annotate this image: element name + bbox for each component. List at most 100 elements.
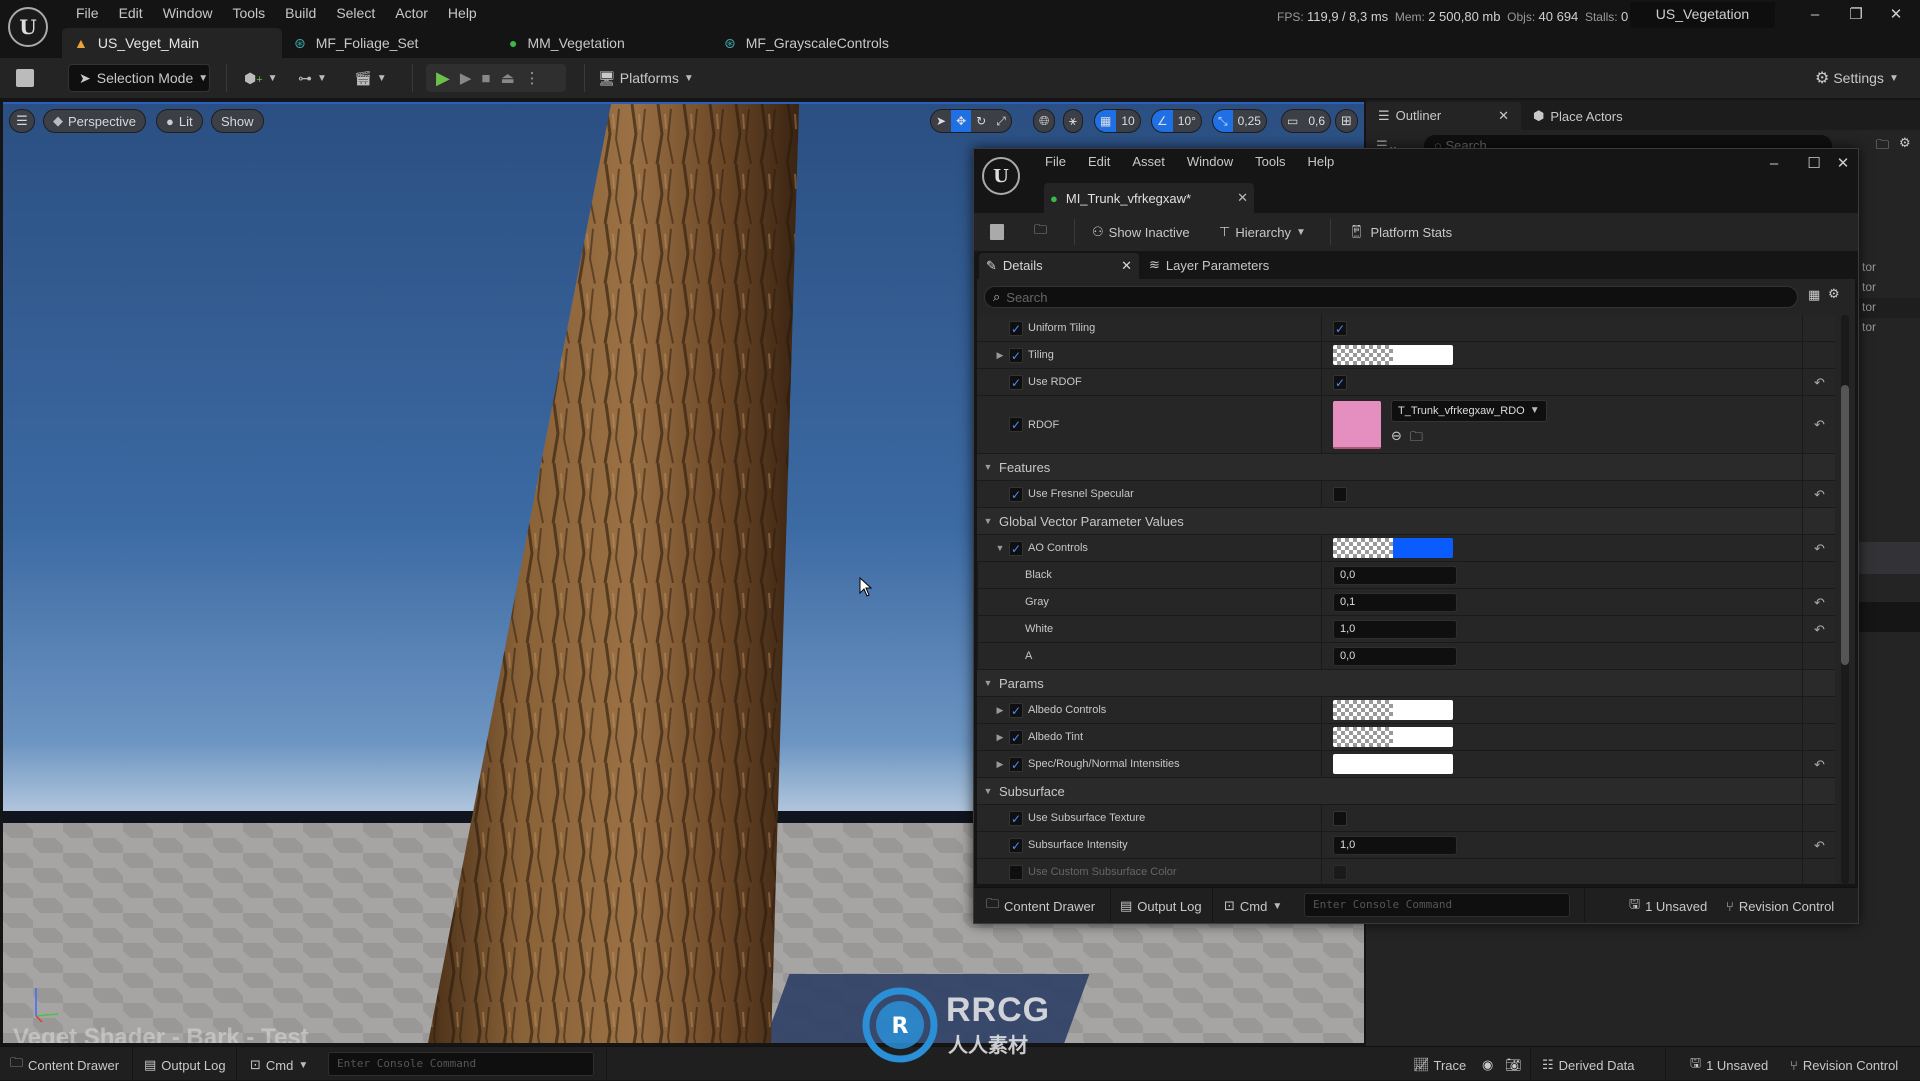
menu-tools[interactable]: Tools	[222, 2, 275, 24]
play-button[interactable]: ▶	[436, 68, 450, 89]
expander-icon[interactable]: ▶	[995, 732, 1005, 743]
menu-help[interactable]: Help	[438, 2, 487, 24]
restore-button[interactable]: ❐	[1836, 4, 1876, 26]
color-swatch[interactable]	[1333, 345, 1453, 365]
value-checkbox[interactable]: ✓	[1333, 374, 1347, 390]
property-row[interactable]: ▶ ✓ Albedo Controls	[977, 697, 1835, 724]
console-command-input[interactable]: Enter Console Command	[328, 1052, 594, 1076]
record-button[interactable]: ◉	[1482, 1056, 1493, 1074]
vector-component-row[interactable]: A 0,0	[977, 643, 1835, 670]
value-checkbox[interactable]	[1333, 864, 1347, 880]
tab-us-veget-main[interactable]: ▲ US_Veget_Main	[62, 28, 282, 58]
mi-menu-file[interactable]: File	[1034, 152, 1077, 172]
texture-thumbnail[interactable]	[1333, 400, 1381, 449]
override-checkbox[interactable]: ✓	[1009, 729, 1023, 745]
trace-button[interactable]: 📈︎ Trace	[1413, 1056, 1466, 1074]
override-checkbox[interactable]: ✓	[1009, 810, 1023, 826]
rotate-tool-icon[interactable]: ↻	[971, 110, 991, 132]
property-row[interactable]: ▶ ✓ Albedo Tint	[977, 724, 1835, 751]
details-scrollbar[interactable]	[1841, 315, 1849, 884]
screenshot-button[interactable]: 📷︎	[1505, 1056, 1522, 1074]
grid-icon[interactable]: ▦	[1095, 110, 1117, 132]
show-button[interactable]: Show	[211, 109, 264, 133]
value-checkbox[interactable]	[1333, 486, 1347, 502]
number-input[interactable]: 0,0	[1333, 646, 1457, 666]
scale-tool-icon[interactable]: ⤢	[991, 110, 1011, 132]
tab-mf-foliage-set[interactable]: ⊛ MF_Foliage_Set	[282, 28, 497, 58]
camera-icon[interactable]: ▭	[1282, 110, 1303, 132]
show-inactive-button[interactable]: ⚇ Show Inactive	[1092, 222, 1190, 242]
property-category[interactable]: ▼ Features	[977, 454, 1835, 481]
perspective-button[interactable]: ◆ Perspective	[43, 109, 146, 133]
expander-icon[interactable]: ▼	[995, 543, 1005, 553]
tab-outliner[interactable]: ☰ Outliner ✕	[1366, 102, 1521, 130]
browse-asset-button[interactable]: 🗀︎	[1034, 222, 1047, 242]
texture-asset-dropdown[interactable]: T_Trunk_vfrkegxaw_RDO ▼	[1391, 399, 1547, 422]
output-log-button[interactable]: ▤ Output Log	[1120, 897, 1202, 915]
expander-icon[interactable]: ▶	[995, 705, 1005, 716]
layout-button[interactable]: ⊞	[1335, 109, 1358, 133]
more-options-icon[interactable]: ⋮	[525, 69, 540, 87]
select-tool-icon[interactable]: ➤	[931, 110, 951, 132]
add-actor-button[interactable]: ⬢+ ▼	[244, 64, 278, 92]
vector-component-row[interactable]: Gray 0,1 ↶	[977, 589, 1835, 616]
selection-mode-dropdown[interactable]: ➤ Selection Mode ▼	[68, 64, 210, 92]
camera-speed-value[interactable]: 0,6	[1303, 110, 1330, 132]
property-row[interactable]: ✓ Use Fresnel Specular ↶	[977, 481, 1835, 508]
category-expanded-icon[interactable]: ▼	[983, 678, 993, 688]
outliner-selected-row[interactable]	[1858, 542, 1920, 574]
override-checkbox[interactable]	[1009, 864, 1023, 880]
menu-edit[interactable]: Edit	[109, 2, 153, 24]
close-tab-icon[interactable]: ✕	[1237, 190, 1248, 206]
property-matrix-icon[interactable]: ▦	[1808, 287, 1820, 303]
mi-menu-asset[interactable]: Asset	[1121, 152, 1176, 172]
property-row[interactable]: ✓ Uniform Tiling ✓	[977, 315, 1835, 342]
property-row[interactable]: ✓ Use RDOF ✓ ↶	[977, 369, 1835, 396]
revision-control-button[interactable]: ⑂ Revision Control	[1790, 1056, 1898, 1074]
vector-component-row[interactable]: Black 0,0	[977, 562, 1835, 589]
menu-select[interactable]: Select	[326, 2, 385, 24]
number-input[interactable]: 1,0	[1333, 835, 1457, 855]
override-checkbox[interactable]: ✓	[1009, 837, 1023, 853]
property-category[interactable]: ▼ Global Vector Parameter Values	[977, 508, 1835, 535]
grid-snap-value[interactable]: 10	[1116, 110, 1139, 132]
category-expanded-icon[interactable]: ▼	[983, 786, 993, 796]
unsaved-button[interactable]: 🖫︎ 1 Unsaved	[1690, 1055, 1768, 1074]
surface-snap-toggle[interactable]: ⚹	[1063, 109, 1083, 133]
close-button[interactable]: ✕	[1876, 4, 1916, 26]
property-row[interactable]: Use Custom Subsurface Color	[977, 859, 1835, 884]
mi-menu-window[interactable]: Window	[1176, 152, 1244, 172]
content-drawer-button[interactable]: 🗀︎ Content Drawer	[986, 896, 1095, 915]
save-button[interactable]	[16, 64, 34, 92]
details-search-input[interactable]: ⌕ Search	[984, 286, 1798, 308]
derived-data-button[interactable]: ☷ Derived Data	[1542, 1056, 1635, 1074]
browse-asset-icon[interactable]: 🗀︎	[1410, 428, 1423, 450]
mi-menu-edit[interactable]: Edit	[1077, 152, 1121, 172]
console-command-input[interactable]: Enter Console Command	[1304, 893, 1570, 917]
settings-dropdown[interactable]: ⚙ Settings ▼	[1815, 64, 1899, 92]
view-mode-button[interactable]: ● Lit	[156, 109, 203, 133]
number-input[interactable]: 0,1	[1333, 592, 1457, 612]
tab-details[interactable]: ✎ Details ✕	[979, 253, 1139, 279]
reset-to-default-icon[interactable]: ↶	[1814, 838, 1825, 854]
cmd-dropdown[interactable]: ⊡ Cmd ▼	[1224, 897, 1282, 915]
reset-to-default-icon[interactable]: ↶	[1814, 757, 1825, 773]
override-checkbox[interactable]: ✓	[1009, 347, 1023, 363]
cmd-dropdown[interactable]: ⊡ Cmd ▼	[250, 1056, 308, 1074]
property-row[interactable]: ▼ ✓ AO Controls ↶	[977, 535, 1835, 562]
override-checkbox[interactable]: ✓	[1009, 374, 1023, 390]
reset-to-default-icon[interactable]: ↶	[1814, 595, 1825, 611]
number-input[interactable]: 0,0	[1333, 565, 1457, 585]
output-log-button[interactable]: ▤ Output Log	[144, 1056, 226, 1074]
property-row[interactable]: ✓ Use Subsurface Texture	[977, 805, 1835, 832]
gear-icon[interactable]: ⚙	[1899, 135, 1911, 151]
menu-file[interactable]: File	[66, 2, 109, 24]
mi-minimize-button[interactable]: –	[1754, 153, 1794, 175]
step-button[interactable]: ▶︎	[460, 69, 472, 87]
unsaved-button[interactable]: 🖫︎ 1 Unsaved	[1629, 896, 1707, 915]
mi-menu-help[interactable]: Help	[1296, 152, 1345, 172]
override-checkbox[interactable]: ✓	[1009, 756, 1023, 772]
platforms-dropdown[interactable]: 🖥︎ Platforms ▼	[598, 64, 694, 92]
property-category[interactable]: ▼ Params	[977, 670, 1835, 697]
tab-mm-vegetation[interactable]: ● MM_Vegetation	[497, 28, 712, 58]
